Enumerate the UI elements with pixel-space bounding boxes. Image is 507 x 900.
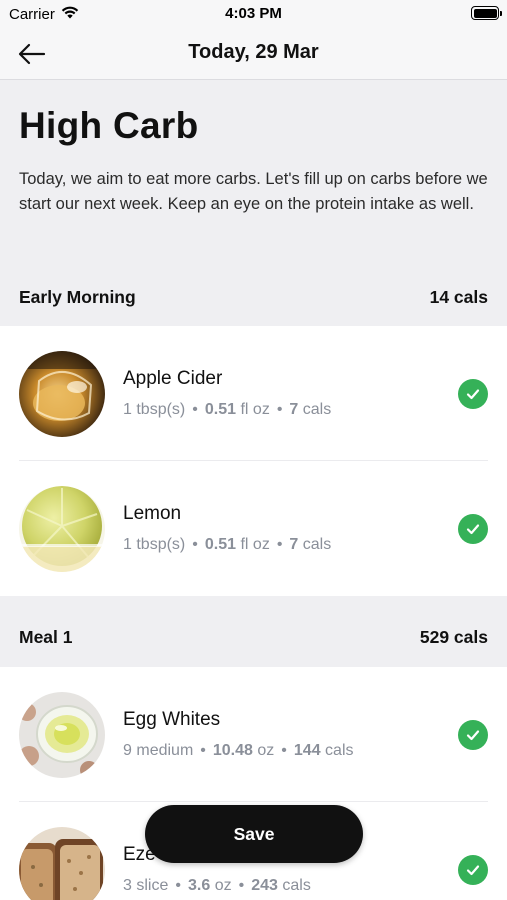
food-row-egg-whites[interactable]: Egg Whites 9 medium • 10.48 oz • 144 cals	[0, 667, 507, 802]
apple-cider-image	[19, 351, 105, 437]
separator-dot: •	[175, 877, 181, 894]
food-qty: 9	[123, 742, 132, 759]
separator-dot: •	[281, 742, 287, 759]
save-button[interactable]: Save	[145, 805, 363, 863]
food-name: Egg Whites	[123, 709, 221, 730]
section-name: Early Morning	[19, 287, 136, 307]
separator-dot: •	[192, 536, 198, 553]
check-icon	[466, 389, 480, 400]
separator-dot: •	[200, 742, 206, 759]
food-qty: 3	[123, 877, 132, 894]
bread-image	[19, 827, 105, 900]
screen: Carrier 4:03 PM Today, 29 Mar High Carb …	[0, 0, 507, 900]
food-cal-unit: cals	[282, 877, 311, 894]
food-unit: medium	[136, 742, 194, 759]
food-name: Apple Cider	[123, 368, 223, 389]
food-row-lemon[interactable]: Lemon 1 tbsp(s) • 0.51 fl oz • 7 cals	[0, 461, 507, 596]
food-cal-unit: cals	[302, 401, 332, 418]
food-name: Lemon	[123, 503, 182, 524]
status-time: 4:03 PM	[225, 5, 282, 22]
food-weight-value: 10.48	[212, 742, 253, 759]
food-cal-unit: cals	[302, 536, 332, 553]
status-bar: Carrier 4:03 PM	[0, 0, 507, 28]
food-cal-value: 144	[293, 742, 321, 759]
food-cal-unit: cals	[325, 742, 354, 759]
food-weight-unit: fl oz	[240, 536, 270, 553]
food-unit: tbsp(s)	[136, 536, 186, 553]
separator-dot: •	[276, 536, 283, 553]
check-icon	[466, 524, 480, 535]
section-cals: 14 cals	[429, 287, 488, 307]
food-weight-value: 0.51	[204, 401, 237, 418]
checkmark-button[interactable]	[458, 379, 488, 409]
checkmark-button[interactable]	[458, 720, 488, 750]
food-cal-value: 243	[251, 877, 278, 894]
separator-dot: •	[238, 877, 245, 894]
check-icon	[466, 865, 480, 876]
nav-title: Today, 29 Mar	[188, 41, 319, 63]
food-weight-unit: oz	[214, 877, 232, 894]
food-weight-unit: fl oz	[240, 401, 270, 418]
section-header-meal-1: Meal 1 529 cals	[0, 596, 507, 668]
page-description: Today, we aim to eat more carbs. Let's f…	[19, 170, 488, 213]
food-qty: 1	[123, 536, 132, 553]
food-meta: 9 medium • 10.48 oz • 144 cals	[123, 742, 354, 760]
food-unit: tbsp(s)	[136, 401, 186, 418]
food-weight-value: 3.6	[187, 877, 211, 894]
food-meta: 3 slice • 3.6 oz • 243 cals	[123, 877, 311, 895]
food-meta: 1 tbsp(s) • 0.51 fl oz • 7 cals	[123, 401, 331, 419]
separator-dot: •	[192, 401, 198, 418]
separator-dot: •	[276, 401, 283, 418]
page-title: High Carb	[19, 105, 199, 146]
food-cal-value: 7	[289, 536, 299, 553]
section-header-early-morning: Early Morning 14 cals	[0, 268, 507, 326]
food-meta: 1 tbsp(s) • 0.51 fl oz • 7 cals	[123, 536, 331, 554]
nav-bar: Today, 29 Mar	[0, 28, 507, 80]
food-row-apple-cider[interactable]: Apple Cider 1 tbsp(s) • 0.51 fl oz • 7 cals	[0, 326, 507, 461]
checkmark-button[interactable]	[458, 514, 488, 544]
food-list-early-morning: Apple Cider 1 tbsp(s) • 0.51 fl oz • 7 cals	[0, 326, 507, 596]
food-weight-unit: oz	[257, 742, 275, 759]
food-list-meal-1: Egg Whites 9 medium • 10.48 oz • 144 cals	[0, 667, 507, 900]
section-cals: 529 cals	[419, 627, 488, 647]
checkmark-button[interactable]	[458, 855, 488, 885]
food-weight-value: 0.51	[204, 536, 237, 553]
check-icon	[466, 730, 480, 741]
battery-icon	[471, 6, 502, 20]
food-qty: 1	[123, 401, 132, 418]
section-name: Meal 1	[19, 627, 73, 647]
intro-section: High Carb Today, we aim to eat more carb…	[0, 81, 507, 268]
egg-whites-image	[19, 692, 105, 778]
lemon-image	[19, 486, 105, 572]
food-cal-value: 7	[289, 401, 299, 418]
food-unit: slice	[136, 877, 169, 894]
